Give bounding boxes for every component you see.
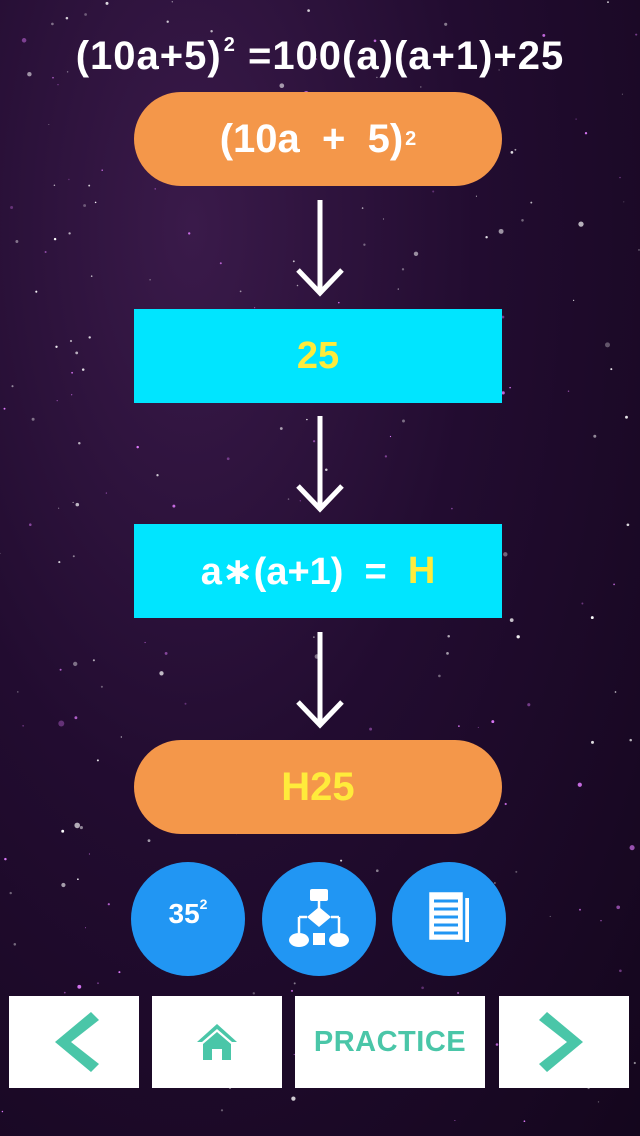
flowchart-button[interactable] [262, 862, 376, 976]
last-digits-value: 25 [296, 334, 340, 377]
step-start-pill: (10a + 5) 2 [134, 92, 502, 186]
example-exponent: 2 [199, 896, 208, 912]
next-button[interactable] [499, 996, 629, 1088]
notes-button[interactable] [392, 862, 506, 976]
multiply-variable: H [407, 549, 436, 592]
step-start-base: (10a + 5) [219, 116, 404, 161]
chevron-left-icon [55, 1012, 99, 1072]
result-value: H25 [281, 764, 355, 809]
step-last-digits-box: 25 [134, 309, 502, 403]
step-result-pill: H25 [134, 740, 502, 834]
example-button[interactable]: 352 [131, 862, 245, 976]
down-arrow-icon [296, 200, 344, 297]
step-multiply-box: a∗(a+1) = H [134, 524, 502, 618]
practice-button[interactable]: PRACTICE [295, 996, 485, 1088]
home-button[interactable] [152, 996, 282, 1088]
chevron-right-icon [539, 1012, 583, 1072]
practice-label: PRACTICE [313, 1025, 467, 1058]
example-label: 352 [169, 896, 208, 930]
formula-heading: (10a+5) 2 =100(a)(a+1)+25 [0, 34, 640, 79]
home-icon [197, 1024, 237, 1060]
formula-exponent: 2 [223, 34, 236, 56]
example-base: 35 [168, 898, 200, 929]
flowchart-icon [289, 889, 349, 947]
down-arrow-icon [296, 632, 344, 729]
formula-rhs: =100(a)(a+1)+25 [247, 34, 565, 78]
step-start-exponent: 2 [405, 127, 417, 150]
down-arrow-icon [296, 416, 344, 513]
multiply-expression: a∗(a+1) = [200, 550, 408, 593]
formula-base: (10a+5) [75, 34, 222, 78]
prev-button[interactable] [9, 996, 139, 1088]
document-icon [426, 889, 471, 944]
